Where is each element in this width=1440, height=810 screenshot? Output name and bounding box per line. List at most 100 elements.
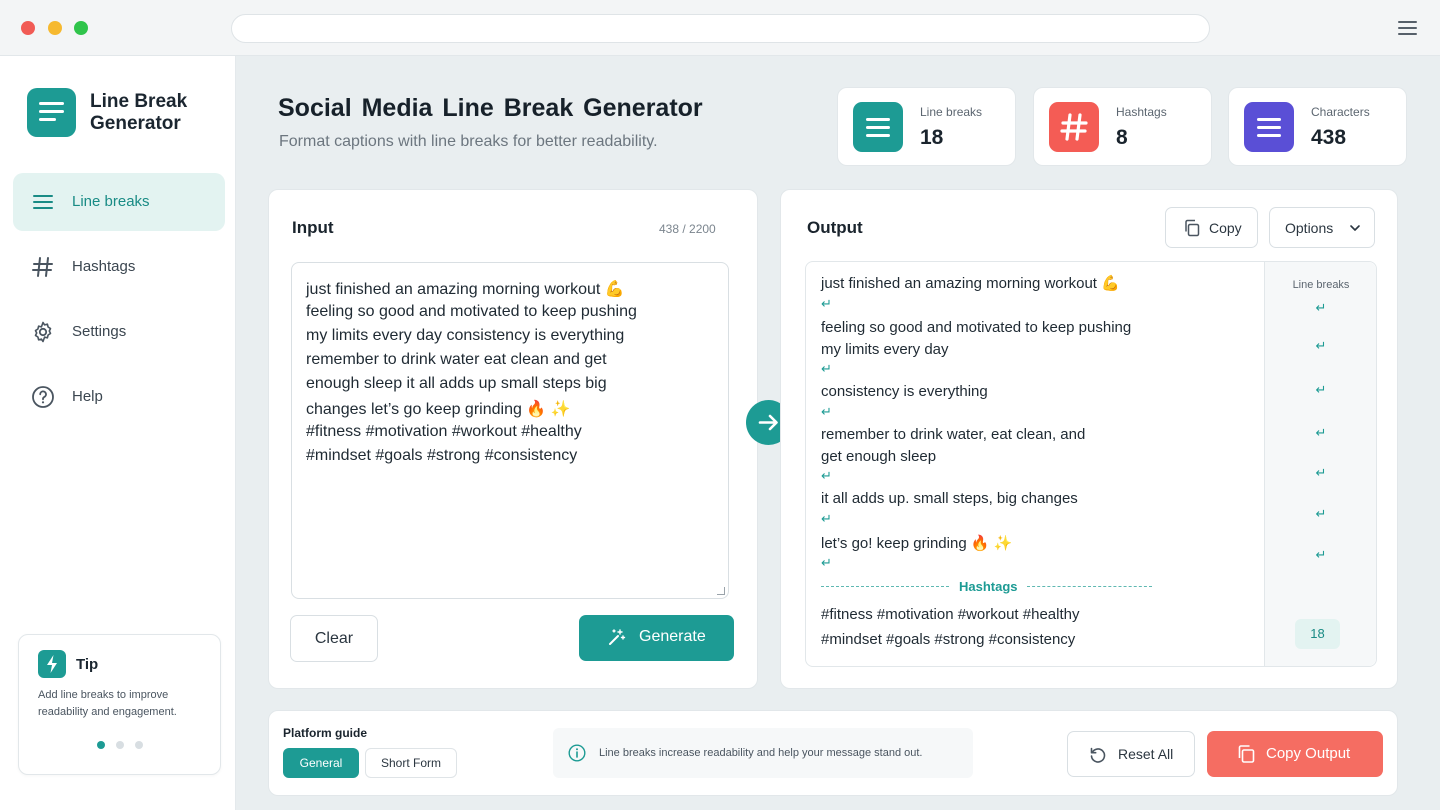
reset-icon	[1090, 747, 1106, 763]
sidebar-item-label: Help	[72, 388, 103, 405]
stat-label: Line breaks	[920, 105, 983, 119]
copy-output-button[interactable]: Copy Output	[1207, 731, 1383, 777]
pagination-dot[interactable]	[135, 741, 143, 749]
platform-chip-short-form[interactable]: Short Form	[365, 748, 457, 778]
tip-card: Tip Add line breaks to improve readabili…	[18, 634, 221, 775]
input-text-line: remember to drink water eat clean and ge…	[306, 351, 607, 368]
lines-icon	[853, 102, 903, 152]
tip-text: Add line breaks to improve readability a…	[38, 689, 177, 718]
output-text-line: remember to drink water, eat clean, and	[821, 426, 1086, 443]
sidebar-item-help[interactable]: Help	[13, 368, 225, 426]
reset-all-button[interactable]: Reset All	[1067, 731, 1195, 777]
sidebar: Line Break Generator Line breaks Hashtag…	[0, 56, 236, 810]
bottom-bar: Platform guide General Short Form Line b…	[268, 710, 1398, 796]
line-breaks-count-badge: 18	[1295, 619, 1340, 649]
hash-icon	[32, 257, 53, 277]
output-text-line: get enough sleep	[821, 448, 937, 465]
input-text-line: feeling so good and motivated to keep pu…	[306, 303, 637, 320]
tip-title: Tip	[76, 656, 99, 673]
output-text-line: just finished an amazing morning workout…	[821, 275, 1120, 292]
copy-button[interactable]: Copy	[1165, 207, 1258, 248]
character-count: 438 / 2200	[659, 222, 716, 236]
line-break-marker: ↵	[1315, 466, 1327, 481]
line-break-marker: ↵	[1315, 301, 1327, 316]
copy-button-label: Copy	[1209, 220, 1242, 236]
line-break-marker: ↵	[1315, 426, 1327, 441]
output-text-line: it all adds up. small steps, big changes	[821, 490, 1078, 507]
hashtag-line: #mindset #goals #strong #consistency	[821, 631, 1076, 648]
copy-icon	[1238, 745, 1255, 763]
stat-card-line-breaks: Line breaks 18	[837, 87, 1016, 166]
pagination-dot[interactable]	[97, 741, 105, 749]
line-breaks-column: Line breaks ↵ ↵ ↵ ↵ ↵ ↵ ↵ 18	[1264, 262, 1376, 666]
line-break-marker: ↵	[821, 362, 832, 377]
copy-output-button-label: Copy Output	[1266, 745, 1351, 762]
lines-icon	[1244, 102, 1294, 152]
line-break-marker: ↵	[821, 405, 832, 420]
hashtag-line: #fitness #motivation #workout #healthy	[821, 606, 1080, 623]
sidebar-item-label: Settings	[72, 323, 127, 340]
help-circle-icon	[32, 386, 54, 408]
magic-wand-icon	[609, 629, 626, 645]
line-break-marker: ↵	[821, 469, 832, 484]
stat-label: Characters	[1311, 105, 1370, 119]
resize-handle-icon[interactable]	[717, 587, 725, 595]
platform-guide-title: Platform guide	[283, 726, 368, 740]
line-break-marker: ↵	[821, 512, 832, 527]
stat-value: 438	[1311, 126, 1347, 149]
info-text: Line breaks increase readability and hel…	[599, 747, 923, 759]
input-text-line: #fitness #motivation #workout #healthy	[306, 423, 582, 440]
clear-button[interactable]: Clear	[290, 615, 378, 662]
output-title: Output	[807, 218, 863, 237]
chevron-down-icon	[1350, 225, 1360, 231]
output-text-line: feeling so good and motivated to keep pu…	[821, 319, 1132, 336]
hashtags-divider: Hashtags	[821, 579, 1152, 595]
input-text-line: changes let’s go keep grinding 🔥 ✨	[306, 401, 571, 418]
input-text-line: my limits every day consistency is every…	[306, 327, 625, 344]
output-preview[interactable]: just finished an amazing morning workout…	[805, 261, 1377, 667]
page-title: Social Media Line Break Generator	[278, 94, 703, 122]
address-bar[interactable]	[231, 14, 1210, 43]
options-dropdown[interactable]: Options	[1269, 207, 1375, 248]
hash-icon	[1049, 102, 1099, 152]
line-break-marker: ↵	[1315, 548, 1327, 563]
line-breaks-column-title: Line breaks	[1292, 279, 1350, 291]
app-title: Line Break Generator	[90, 91, 188, 134]
info-icon	[568, 744, 586, 762]
input-text-line: enough sleep it all adds up small steps …	[306, 375, 607, 392]
caption-textarea[interactable]: just finished an amazing morning workout…	[291, 262, 729, 599]
line-break-marker: ↵	[821, 297, 832, 312]
generate-button[interactable]: Generate	[579, 615, 734, 661]
window-minimize-button[interactable]	[48, 21, 62, 35]
line-break-marker: ↵	[1315, 383, 1327, 398]
app-logo-icon	[27, 88, 76, 137]
page-subtitle: Format captions with line breaks for bet…	[279, 133, 658, 150]
copy-icon	[1185, 219, 1200, 237]
stat-card-characters: Characters 438	[1228, 87, 1407, 166]
gear-icon	[34, 321, 52, 343]
window-close-button[interactable]	[21, 21, 35, 35]
output-text-line: my limits every day	[821, 341, 949, 358]
hamburger-menu-icon[interactable]	[1396, 18, 1420, 38]
divider-line	[1027, 586, 1152, 587]
sidebar-item-label: Hashtags	[72, 258, 136, 275]
line-break-marker: ↵	[1315, 507, 1327, 522]
lightning-icon	[38, 650, 66, 678]
line-break-marker: ↵	[1315, 339, 1327, 354]
input-text-line: #mindset #goals #strong #consistency	[306, 447, 578, 464]
window-titlebar	[0, 0, 1440, 56]
stat-value: 18	[920, 126, 944, 149]
reset-all-button-label: Reset All	[1118, 746, 1174, 762]
platform-chip-general[interactable]: General	[283, 748, 359, 778]
pagination-dot[interactable]	[116, 741, 124, 749]
sidebar-item-line-breaks[interactable]: Line breaks	[13, 173, 225, 231]
divider-line	[821, 586, 949, 587]
lines-icon	[33, 195, 53, 209]
output-text-line: consistency is everything	[821, 383, 988, 400]
input-title: Input	[292, 218, 334, 237]
window-maximize-button[interactable]	[74, 21, 88, 35]
options-dropdown-label: Options	[1285, 220, 1334, 236]
line-break-marker: ↵	[821, 556, 832, 571]
sidebar-item-settings[interactable]: Settings	[13, 303, 225, 361]
sidebar-item-hashtags[interactable]: Hashtags	[13, 238, 225, 296]
